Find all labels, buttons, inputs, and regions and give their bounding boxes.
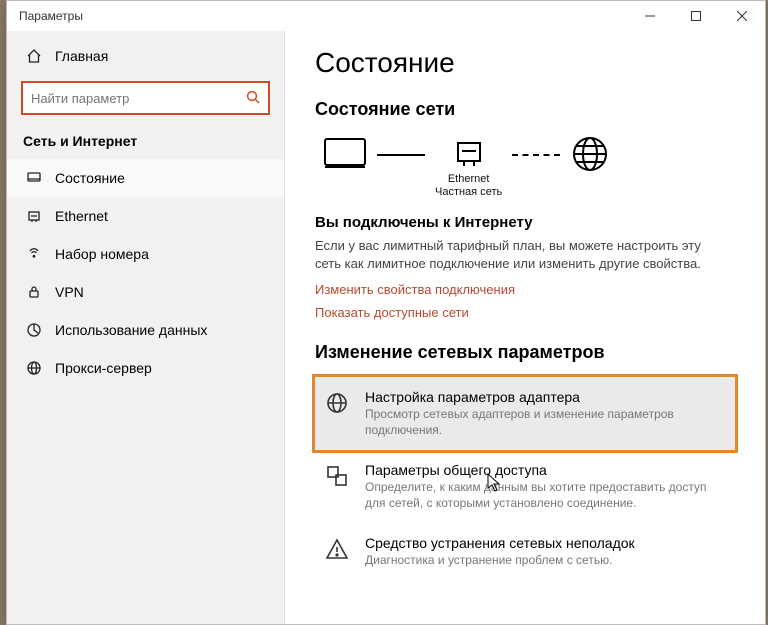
change-network-settings-heading: Изменение сетевых параметров xyxy=(315,342,735,363)
option-desc: Просмотр сетевых адаптеров и изменение п… xyxy=(365,407,725,438)
link-change-connection-properties[interactable]: Изменить свойства подключения xyxy=(315,282,735,297)
minimize-button[interactable] xyxy=(627,1,673,31)
maximize-button[interactable] xyxy=(673,1,719,31)
status-icon xyxy=(25,169,43,187)
sidebar-item-ethernet[interactable]: Ethernet xyxy=(7,197,284,235)
connected-text: Если у вас лимитный тарифный план, вы мо… xyxy=(315,237,715,272)
internet-node xyxy=(570,134,610,204)
main-content: Состояние Состояние сети Ethernet xyxy=(285,31,765,624)
window-title: Параметры xyxy=(19,9,83,23)
sidebar-item-data-usage[interactable]: Использование данных xyxy=(7,311,284,349)
device-node xyxy=(323,137,367,201)
option-adapter-settings[interactable]: Настройка параметров адаптера Просмотр с… xyxy=(315,377,735,450)
diagram-iface-label: Ethernet xyxy=(435,173,502,186)
settings-window: Параметры Главная xyxy=(6,0,766,625)
sidebar-item-label: Использование данных xyxy=(55,322,207,338)
network-diagram: Ethernet Частная сеть xyxy=(323,134,735,204)
network-status-heading: Состояние сети xyxy=(315,99,735,120)
proxy-icon xyxy=(25,359,43,377)
option-troubleshoot[interactable]: Средство устранения сетевых неполадок Ди… xyxy=(315,523,735,581)
globe-icon xyxy=(325,391,351,418)
sidebar-item-label: Ethernet xyxy=(55,208,108,224)
option-desc: Определите, к каким данным вы хотите пре… xyxy=(365,480,725,511)
sidebar-group-title: Сеть и Интернет xyxy=(7,129,284,159)
ethernet-icon xyxy=(25,207,43,225)
sidebar-item-label: Прокси-сервер xyxy=(55,360,152,376)
sidebar: Главная Сеть и Интернет Состояние xyxy=(7,31,285,624)
warning-icon xyxy=(325,537,351,564)
diagram-line xyxy=(377,154,425,156)
sidebar-item-dialup[interactable]: Набор номера xyxy=(7,235,284,273)
sidebar-item-label: VPN xyxy=(55,284,84,300)
sidebar-item-status[interactable]: Состояние xyxy=(7,159,284,197)
connected-title: Вы подключены к Интернету xyxy=(315,214,735,231)
sidebar-item-proxy[interactable]: Прокси-сервер xyxy=(7,349,284,387)
diagram-iface-type: Частная сеть xyxy=(435,186,502,199)
titlebar: Параметры xyxy=(7,1,765,31)
search-input[interactable] xyxy=(31,91,246,106)
sidebar-home[interactable]: Главная xyxy=(7,37,284,75)
search-box[interactable] xyxy=(21,81,270,115)
option-title: Настройка параметров адаптера xyxy=(365,389,725,405)
vpn-icon xyxy=(25,283,43,301)
sidebar-item-label: Набор номера xyxy=(55,246,149,262)
home-icon xyxy=(25,47,43,65)
link-show-available-networks[interactable]: Показать доступные сети xyxy=(315,305,735,320)
option-title: Параметры общего доступа xyxy=(365,462,725,478)
diagram-line xyxy=(512,154,560,156)
option-desc: Диагностика и устранение проблем с сетью… xyxy=(365,553,635,569)
data-usage-icon xyxy=(25,321,43,339)
dialup-icon xyxy=(25,245,43,263)
option-sharing[interactable]: Параметры общего доступа Определите, к к… xyxy=(315,450,735,523)
close-button[interactable] xyxy=(719,1,765,31)
sidebar-item-vpn[interactable]: VPN xyxy=(7,273,284,311)
search-icon xyxy=(246,90,260,107)
sharing-icon xyxy=(325,464,351,491)
sidebar-home-label: Главная xyxy=(55,48,108,64)
sidebar-item-label: Состояние xyxy=(55,170,125,186)
adapter-node: Ethernet Частная сеть xyxy=(435,139,502,199)
option-title: Средство устранения сетевых неполадок xyxy=(365,535,635,551)
page-title: Состояние xyxy=(315,47,735,79)
